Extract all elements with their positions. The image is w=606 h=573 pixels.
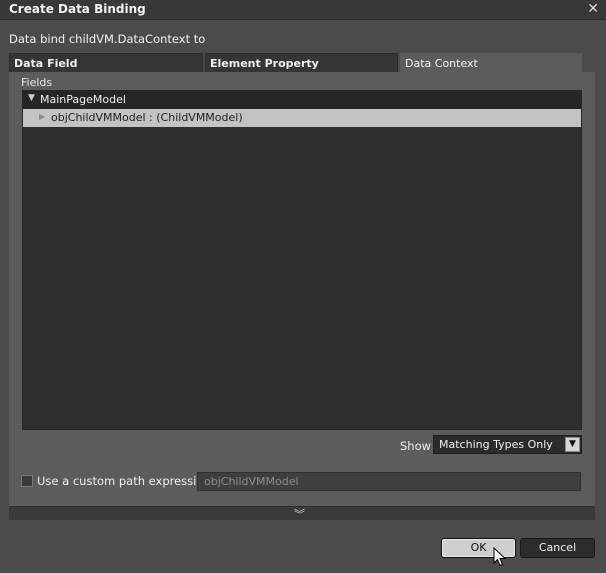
fields-label: Fields [21,76,53,89]
window-title: Create Data Binding [9,2,146,16]
double-chevron-down-icon[interactable]: ︾ [294,506,305,522]
tab-data-field[interactable]: Data Field [9,53,203,72]
mouse-pointer-icon [493,547,507,567]
custom-path-checkbox[interactable] [21,475,33,487]
bind-target-label: Data bind childVM.DataContext to [9,32,206,46]
show-filter-value: Matching Types Only [439,438,553,451]
expanded-triangle-icon[interactable]: ▼ [28,93,35,103]
tree-item-objchildvmmodel[interactable]: ▶ objChildVMModel : (ChildVMModel) [23,109,581,127]
tab-element-property[interactable]: Element Property [205,53,398,72]
title-bar: Create Data Binding ✕ [0,0,606,20]
tab-data-context[interactable]: Data Context [400,53,582,72]
custom-path-label[interactable]: Use a custom path expression [37,474,211,488]
tree-item-label: MainPageModel [40,93,126,106]
tab-strip: Data Field Element Property Data Context [9,53,582,72]
fields-tree[interactable]: ▼ MainPageModel ▶ objChildVMModel : (Chi… [22,90,582,430]
show-label: Show [400,439,432,453]
advanced-expander[interactable]: ︾ [9,506,595,522]
collapsed-triangle-icon[interactable]: ▶ [39,112,45,121]
show-filter-select[interactable]: Matching Types Only ▼ [433,435,582,454]
tree-item-mainpagemodel[interactable]: ▼ MainPageModel [23,91,581,109]
chevron-down-icon[interactable]: ▼ [565,437,580,452]
custom-path-row: Use a custom path expression objChildVMM… [21,472,581,492]
custom-path-input[interactable]: objChildVMModel [197,472,581,491]
close-icon[interactable]: ✕ [587,1,599,17]
data-context-panel: Fields ▼ MainPageModel ▶ objChildVMModel… [9,72,595,506]
tree-item-label: objChildVMModel : (ChildVMModel) [51,111,243,124]
cancel-button[interactable]: Cancel [520,538,595,558]
